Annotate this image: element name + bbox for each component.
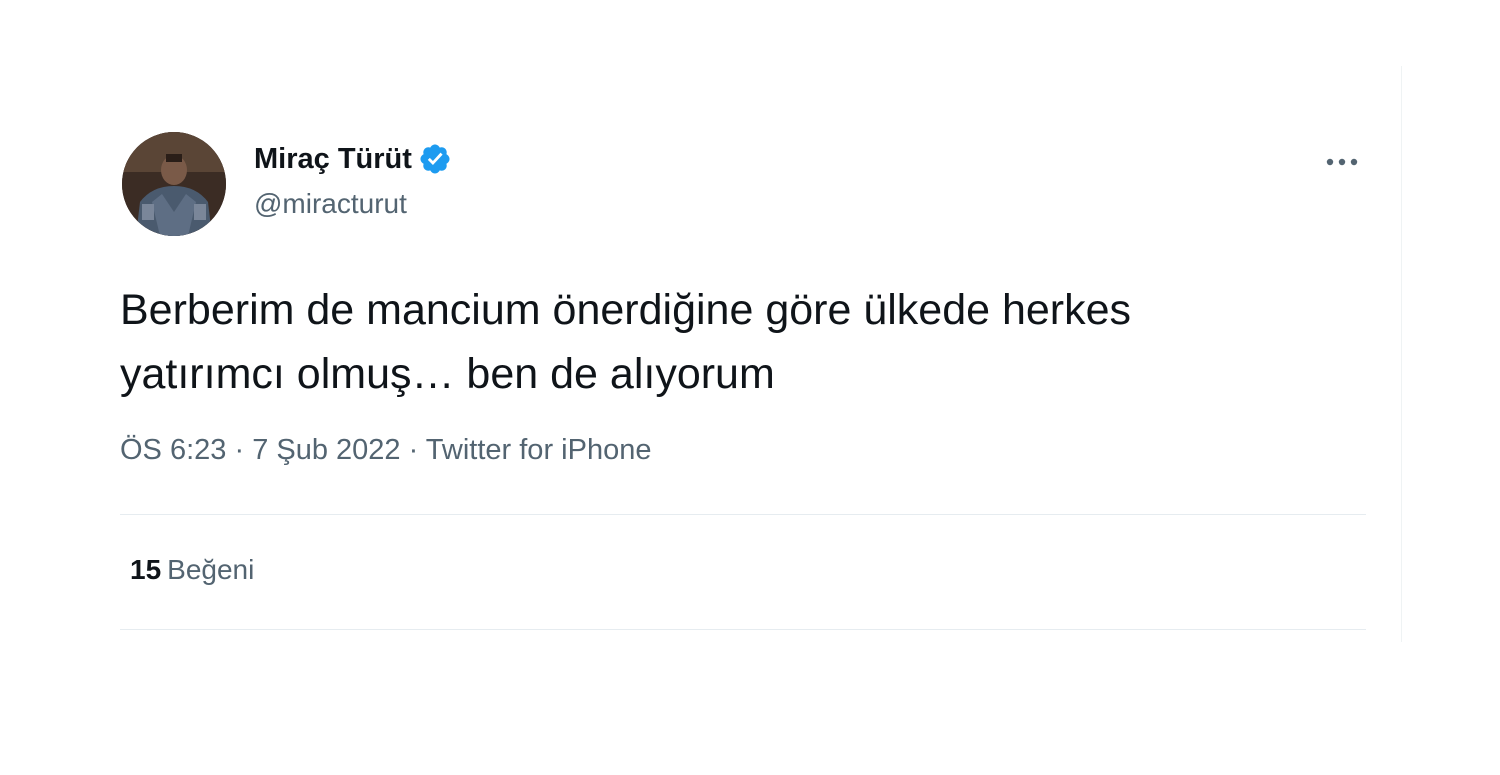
tweet-time[interactable]: ÖS 6:23 <box>120 434 226 466</box>
avatar-photo <box>122 132 226 236</box>
likes-stat[interactable]: 15 Beğeni <box>130 554 254 586</box>
tweet-text: Berberim de mancium önerdiğine göre ülke… <box>120 278 1350 406</box>
column-divider <box>1401 66 1402 642</box>
author-name-row[interactable]: Miraç Türüt <box>254 142 452 176</box>
meta-separator: · <box>400 434 426 466</box>
likes-count: 15 <box>130 554 162 585</box>
more-options-button[interactable] <box>1318 146 1366 178</box>
author-name[interactable]: Miraç Türüt <box>254 143 412 176</box>
meta-separator: · <box>226 434 253 466</box>
avatar[interactable] <box>122 132 226 236</box>
author-handle[interactable]: @miracturut <box>254 188 407 220</box>
tweet-metadata: ÖS 6:23 · 7 Şub 2022 · Twitter for iPhon… <box>120 434 651 467</box>
divider <box>120 514 1366 515</box>
tweet-date[interactable]: 7 Şub 2022 <box>252 434 400 466</box>
tweet-text-line: Berberim de mancium önerdiğine göre ülke… <box>120 286 1132 334</box>
more-horizontal-icon <box>1326 158 1358 166</box>
tweet-source[interactable]: Twitter for iPhone <box>426 434 652 466</box>
divider <box>120 629 1366 630</box>
verified-badge-icon <box>418 142 452 176</box>
tweet-text-line: yatırımcı olmuş… ben de alıyorum <box>120 350 775 398</box>
likes-label: Beğeni <box>167 554 255 585</box>
